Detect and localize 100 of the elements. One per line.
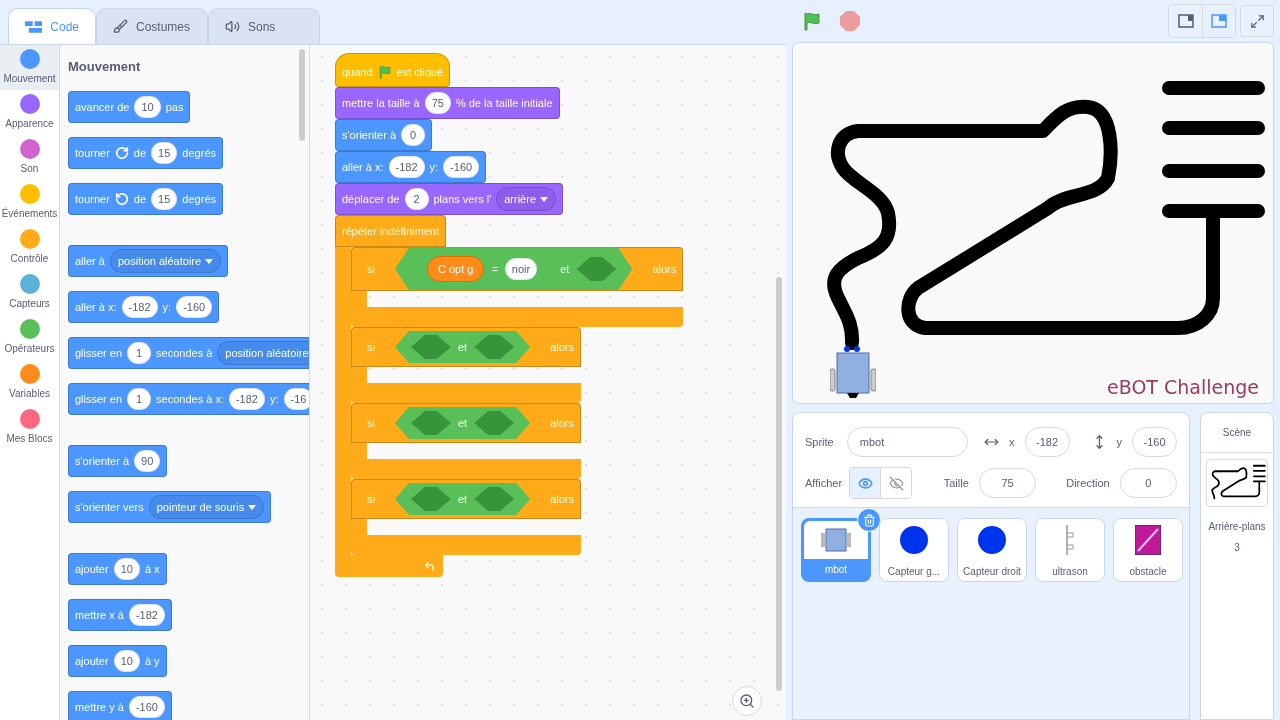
block-label: alors	[550, 491, 574, 507]
code-block[interactable]: aller à x: -182 y: -160	[335, 151, 487, 183]
block-label: % de la taille initiale	[455, 95, 553, 111]
block-label: mettre y à	[75, 699, 124, 715]
value-input[interactable]: -16	[283, 388, 309, 410]
value-input[interactable]: 15	[151, 142, 178, 164]
zoom-in-button[interactable]	[732, 686, 762, 716]
block-label: répéter indéfiniment	[342, 223, 440, 239]
stop-button[interactable]	[838, 9, 862, 33]
robot-icon	[821, 527, 851, 553]
editor-tab[interactable]: Sons	[208, 8, 320, 44]
scrollbar[interactable]	[776, 277, 782, 691]
caret-icon	[248, 504, 257, 510]
sprite-tile[interactable]: obstacle	[1113, 518, 1183, 582]
block-label: et	[457, 339, 468, 355]
code-block[interactable]: ajouter 10 à y	[68, 645, 167, 677]
circle-icon	[899, 525, 929, 555]
code-block[interactable]: tourner de 15 degrés	[68, 183, 223, 215]
code-block[interactable]: mettre y à -160	[68, 691, 172, 720]
code-block[interactable]: si C opt g = noir et alors	[351, 247, 684, 291]
backdrops-label: Arrière-plans	[1208, 520, 1266, 534]
code-block[interactable]: avancer de 10 pas	[68, 91, 191, 123]
block-label: et	[457, 491, 468, 507]
obstacle-icon	[1135, 525, 1161, 555]
code-blocks-icon	[25, 20, 43, 33]
block-label: si	[367, 261, 375, 277]
value-input[interactable]: 90	[134, 450, 161, 472]
value-input[interactable]: -160	[443, 156, 480, 178]
category-item[interactable]: Mouvement	[0, 45, 59, 90]
value-input[interactable]: 15	[151, 188, 178, 210]
show-button[interactable]	[850, 468, 881, 498]
field-label: x	[1009, 434, 1015, 450]
sprite-tile[interactable]: Capteur droit	[957, 518, 1027, 582]
value-input[interactable]: 1	[127, 342, 152, 364]
sprite-tile[interactable]: ultrason	[1035, 518, 1105, 582]
value-input[interactable]: 2	[404, 188, 429, 210]
eye-icon	[857, 475, 873, 491]
stage[interactable]: eBOT Challenge	[792, 42, 1274, 404]
block-label: à y	[144, 653, 160, 669]
flag-icon	[377, 65, 392, 79]
value-input[interactable]: 10	[134, 96, 161, 118]
code-block[interactable]: s'orienter à 90	[68, 445, 168, 477]
value-input[interactable]: -182	[128, 604, 165, 626]
field-label: Direction	[1066, 475, 1110, 491]
turn-left-icon	[114, 192, 129, 206]
code-block[interactable]: tourner de 15 degrés	[68, 137, 223, 169]
dropdown-menu[interactable]: arrière	[496, 187, 557, 211]
editor-tab[interactable]: Costumes	[96, 8, 208, 44]
code-block[interactable]: ajouter 10 à x	[68, 553, 167, 585]
value-input[interactable]: 10	[113, 558, 140, 580]
fullscreen-button[interactable]	[1240, 5, 1274, 37]
fullscreen-icon	[1249, 13, 1265, 29]
value-input[interactable]: noir	[504, 258, 538, 280]
backdrops-count: 3	[1234, 541, 1240, 555]
trash-icon	[862, 513, 876, 527]
loop-arrow-icon	[424, 560, 435, 572]
value-input[interactable]: 0	[401, 124, 426, 146]
boolean-block[interactable]: C opt g = noir et	[394, 248, 633, 290]
field-label: Sprite	[805, 434, 835, 450]
field-label: Taille	[943, 475, 969, 491]
caret-icon	[540, 196, 549, 202]
block-label: glisser en	[75, 345, 123, 361]
palette-title: Mouvement	[68, 58, 142, 76]
block-label: déplacer de	[342, 191, 400, 207]
code-block[interactable]: glisser en 1 secondes à position aléatoire	[68, 337, 309, 369]
block-label: aller à x:	[75, 299, 117, 315]
code-block[interactable]: aller à x: -182 y: -160	[68, 291, 220, 323]
block-label: s'orienter vers	[75, 499, 144, 515]
value-input[interactable]: 75	[424, 92, 451, 114]
value-input[interactable]: -182	[121, 296, 158, 318]
delete-button[interactable]	[857, 508, 881, 532]
field-label: y	[1116, 434, 1122, 450]
block-label: =	[491, 261, 498, 277]
sprite-tile[interactable]: Capteur g...	[879, 518, 949, 582]
block-label: ajouter	[75, 561, 109, 577]
small-stage-icon	[1177, 14, 1194, 28]
code-block[interactable]: mettre la taille à 75 % de la taille initiale	[335, 87, 560, 119]
block-label: et	[560, 261, 570, 277]
hide-button[interactable]	[880, 468, 911, 498]
block-label: et	[457, 415, 468, 431]
large-stage-icon	[1211, 14, 1227, 28]
value-input[interactable]: -182	[388, 156, 425, 178]
value-input[interactable]: 10	[113, 650, 140, 672]
code-block[interactable]: glisser en 1 secondes à x: -182 y: -16	[68, 383, 309, 415]
code-block[interactable]: s'orienter à 0	[335, 119, 433, 151]
code-block[interactable]: déplacer de 2 plans vers l' arrière	[335, 183, 564, 215]
block-label: si	[367, 491, 375, 507]
block-label: quand	[342, 64, 373, 80]
code-block[interactable]: mettre x à -182	[68, 599, 172, 631]
value-input[interactable]: 1	[127, 388, 152, 410]
brush-icon	[113, 19, 128, 34]
value-input[interactable]: -160	[176, 296, 213, 318]
stage-caption: eBOT Challenge	[1107, 374, 1259, 400]
block-label: de	[133, 191, 147, 207]
block-label: de	[133, 145, 147, 161]
value-input[interactable]: -182	[228, 388, 265, 410]
block-label: aller à x:	[342, 159, 384, 175]
normal-stage-button[interactable]	[1202, 5, 1235, 37]
scrollbar[interactable]	[299, 49, 305, 141]
value-input[interactable]: -160	[128, 696, 165, 718]
